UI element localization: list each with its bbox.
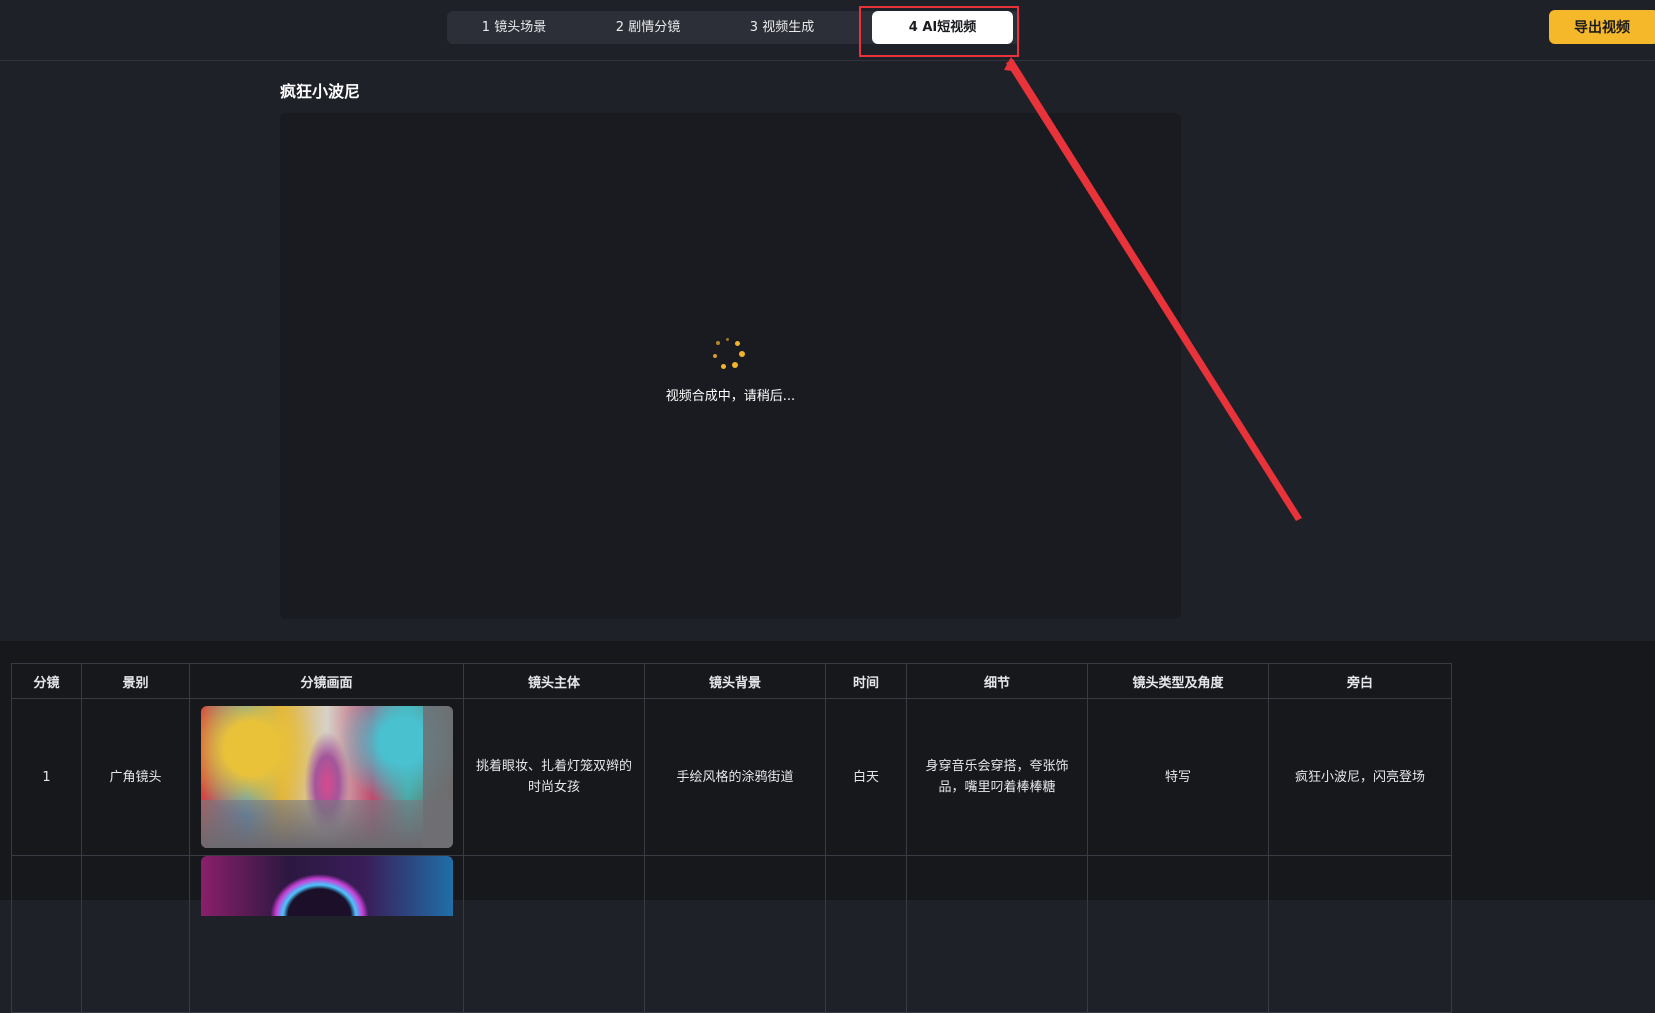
shot-thumbnail[interactable]	[200, 706, 453, 848]
shot-subject	[463, 855, 645, 1013]
shot-size	[81, 855, 190, 1013]
shot-background: 手绘风格的涂鸦街道	[644, 698, 826, 856]
shot-camera-type: 特写	[1087, 698, 1269, 856]
shot-detail	[906, 855, 1088, 1013]
shot-index: 1	[11, 698, 82, 856]
shot-narration: 疯狂小波尼，闪亮登场	[1268, 698, 1452, 856]
shot-camera-type	[1087, 855, 1269, 1013]
top-bar: 1 镜头场景 2 剧情分镜 3 视频生成 4 AI短视频 导出视频	[0, 0, 1655, 61]
export-video-button[interactable]: 导出视频	[1549, 10, 1655, 44]
tab-ai-short-video[interactable]: 4 AI短视频	[872, 11, 1013, 44]
shot-time	[825, 855, 907, 1013]
shot-index	[11, 855, 82, 1013]
shot-thumbnail[interactable]	[200, 856, 453, 916]
column-header: 分镜	[11, 663, 82, 699]
tab-storyboard[interactable]: 2 剧情分镜	[581, 11, 715, 44]
table-row: 1 广角镜头 挑着眼妆、扎着灯笼双辫的时尚女孩 手绘风格的涂鸦街道 白天 身穿音…	[11, 698, 1452, 856]
video-player[interactable]: 视频合成中，请稍后...	[280, 113, 1181, 619]
shot-size: 广角镜头	[81, 698, 190, 856]
column-header: 细节	[906, 663, 1088, 699]
video-title: 疯狂小波尼	[280, 82, 361, 101]
column-header: 时间	[825, 663, 907, 699]
column-header: 旁白	[1268, 663, 1452, 699]
shot-detail: 身穿音乐会穿搭，夸张饰品，嘴里叼着棒棒糖	[906, 698, 1088, 856]
column-header: 分镜画面	[189, 663, 464, 699]
column-header: 景别	[81, 663, 190, 699]
shot-image-cell	[189, 855, 464, 1013]
shot-background	[644, 855, 826, 1013]
shot-subject: 挑着眼妆、扎着灯笼双辫的时尚女孩	[463, 698, 645, 856]
table-header-row: 分镜 景别 分镜画面 镜头主体 镜头背景 时间 细节 镜头类型及角度 旁白	[11, 663, 1452, 699]
column-header: 镜头背景	[644, 663, 826, 699]
shot-time: 白天	[825, 698, 907, 856]
column-header: 镜头类型及角度	[1087, 663, 1269, 699]
shot-narration	[1268, 855, 1452, 1013]
loading-text: 视频合成中，请稍后...	[665, 389, 796, 404]
tab-video-generation[interactable]: 3 视频生成	[715, 11, 849, 44]
tab-scene[interactable]: 1 镜头场景	[447, 11, 581, 44]
storyboard-table: 分镜 景别 分镜画面 镜头主体 镜头背景 时间 细节 镜头类型及角度 旁白 1 …	[11, 663, 1452, 1013]
table-row	[11, 855, 1452, 1013]
shot-image-cell	[189, 698, 464, 856]
loading-spinner-icon	[712, 338, 746, 372]
column-header: 镜头主体	[463, 663, 645, 699]
step-tabs: 1 镜头场景 2 剧情分镜 3 视频生成 4 AI短视频	[447, 11, 1020, 44]
